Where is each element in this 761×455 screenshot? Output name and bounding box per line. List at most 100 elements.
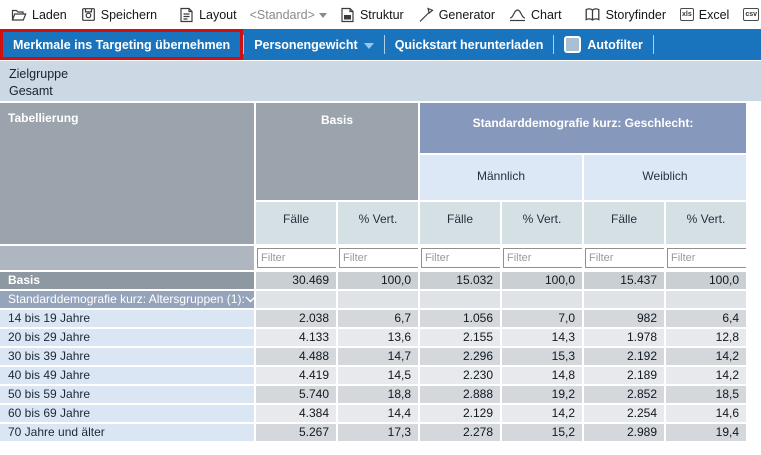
filter-cell: [256, 246, 336, 270]
table-cell: 14,2: [502, 405, 582, 422]
table-cell: 15,2: [502, 424, 582, 441]
table-cell: 2.254: [584, 405, 664, 422]
table-cell: 5.267: [256, 424, 336, 441]
layout-preset-value: <Standard>: [250, 8, 315, 22]
table-cell: 4.384: [256, 405, 336, 422]
weight-dropdown[interactable]: Personengewicht: [244, 29, 384, 60]
quickstart-download-label: Quickstart herunterladen: [395, 38, 544, 52]
table-cell: 12,8: [666, 329, 746, 346]
row-label: 14 bis 19 Jahre: [0, 310, 254, 327]
chart-button[interactable]: Chart: [502, 7, 569, 22]
table-cell: 2.155: [420, 329, 500, 346]
subgroup-header-female: Weiblich: [584, 155, 746, 200]
structure-button-label: Struktur: [360, 8, 404, 22]
layout-button[interactable]: Layout: [172, 7, 244, 23]
csv-export-button[interactable]: csv CSV: [736, 8, 761, 22]
filter-input[interactable]: [585, 248, 664, 268]
commandbar-separator: [653, 35, 654, 54]
autofilter-checkbox[interactable]: [564, 36, 581, 53]
table-cell: 2.189: [584, 367, 664, 384]
section-row-header[interactable]: Standarddemografie kurz: Altersgruppen (…: [0, 291, 254, 308]
save-button[interactable]: Speichern: [74, 7, 164, 22]
table-cell: 15.032: [420, 272, 500, 289]
table-cell: 1.056: [420, 310, 500, 327]
table-cell: 100,0: [338, 272, 418, 289]
filter-input[interactable]: [339, 248, 418, 268]
section-row-label: Standarddemografie kurz: Altersgruppen (…: [8, 291, 245, 308]
chart-button-label: Chart: [531, 8, 562, 22]
table-cell: 14,7: [338, 348, 418, 365]
measure-header: Fälle: [256, 202, 336, 244]
table-cell: 982: [584, 310, 664, 327]
table-cell: [256, 291, 336, 308]
table-cell: 15,3: [502, 348, 582, 365]
table-cell: 4.488: [256, 348, 336, 365]
layout-button-label: Layout: [199, 8, 237, 22]
filter-cell: [584, 246, 664, 270]
document-structure-icon: [340, 7, 355, 23]
storyfinder-button-label: Storyfinder: [606, 8, 666, 22]
filter-cell: [420, 246, 500, 270]
filter-row-label-cell: [0, 246, 254, 270]
filter-input[interactable]: [421, 248, 500, 268]
measure-header: % Vert.: [502, 202, 582, 244]
filter-input[interactable]: [257, 248, 336, 268]
table-cell: 14,8: [502, 367, 582, 384]
measure-header: Fälle: [584, 202, 664, 244]
main-toolbar: Laden Speichern Layout <Standard> Strukt…: [0, 0, 761, 29]
filter-input[interactable]: [667, 248, 746, 268]
wand-icon: [418, 7, 434, 23]
book-icon: [584, 7, 601, 22]
apply-targeting-button[interactable]: Merkmale ins Targeting übernehmen: [3, 32, 240, 57]
basis-row-label: Basis: [0, 272, 254, 289]
target-group-panel: Zielgruppe Gesamt: [0, 61, 761, 101]
table-cell: 6,4: [666, 310, 746, 327]
table-cell: 19,2: [502, 386, 582, 403]
measure-header: Fälle: [420, 202, 500, 244]
table-cell: 15.437: [584, 272, 664, 289]
targeting-button-highlight: Merkmale ins Targeting übernehmen: [0, 29, 243, 60]
table-cell: [502, 291, 582, 308]
table-cell: 7,0: [502, 310, 582, 327]
layout-preset-dropdown[interactable]: <Standard>: [244, 8, 333, 22]
table-cell: 2.278: [420, 424, 500, 441]
autofilter-toggle[interactable]: Autofilter: [554, 29, 653, 60]
xls-icon: xls: [680, 8, 694, 21]
table-cell: 2.852: [584, 386, 664, 403]
generator-button-label: Generator: [439, 8, 495, 22]
table-cell: 13,6: [338, 329, 418, 346]
row-label: 30 bis 39 Jahre: [0, 348, 254, 365]
table-cell: 18,5: [666, 386, 746, 403]
structure-button[interactable]: Struktur: [333, 7, 411, 23]
table-cell: [338, 291, 418, 308]
corner-header: Tabellierung: [0, 103, 254, 244]
storyfinder-button[interactable]: Storyfinder: [577, 7, 673, 22]
table-cell: 100,0: [502, 272, 582, 289]
chevron-down-icon[interactable]: [245, 291, 254, 308]
filter-input[interactable]: [503, 248, 582, 268]
subgroup-header-male: Männlich: [420, 155, 582, 200]
table-cell: 2.129: [420, 405, 500, 422]
excel-export-button[interactable]: xls Excel: [673, 8, 736, 22]
table-cell: 1.978: [584, 329, 664, 346]
table-cell: 14,2: [666, 348, 746, 365]
table-cell: 18,8: [338, 386, 418, 403]
generator-button[interactable]: Generator: [411, 7, 502, 23]
row-label: 70 Jahre und älter: [0, 424, 254, 441]
table-cell: 2.192: [584, 348, 664, 365]
row-label: 60 bis 69 Jahre: [0, 405, 254, 422]
target-group-value: Gesamt: [9, 83, 752, 100]
row-label: 20 bis 29 Jahre: [0, 329, 254, 346]
apply-targeting-label: Merkmale ins Targeting übernehmen: [13, 38, 230, 52]
table-cell: 14,3: [502, 329, 582, 346]
chevron-down-icon: [364, 43, 374, 49]
quickstart-download-button[interactable]: Quickstart herunterladen: [385, 29, 554, 60]
load-button[interactable]: Laden: [4, 7, 74, 22]
chart-curve-icon: [509, 7, 526, 22]
table-cell: 5.740: [256, 386, 336, 403]
table-cell: 4.419: [256, 367, 336, 384]
table-cell: 14,2: [666, 367, 746, 384]
table-cell: [666, 291, 746, 308]
table-cell: 2.888: [420, 386, 500, 403]
basis-column-header: Basis: [256, 103, 418, 200]
